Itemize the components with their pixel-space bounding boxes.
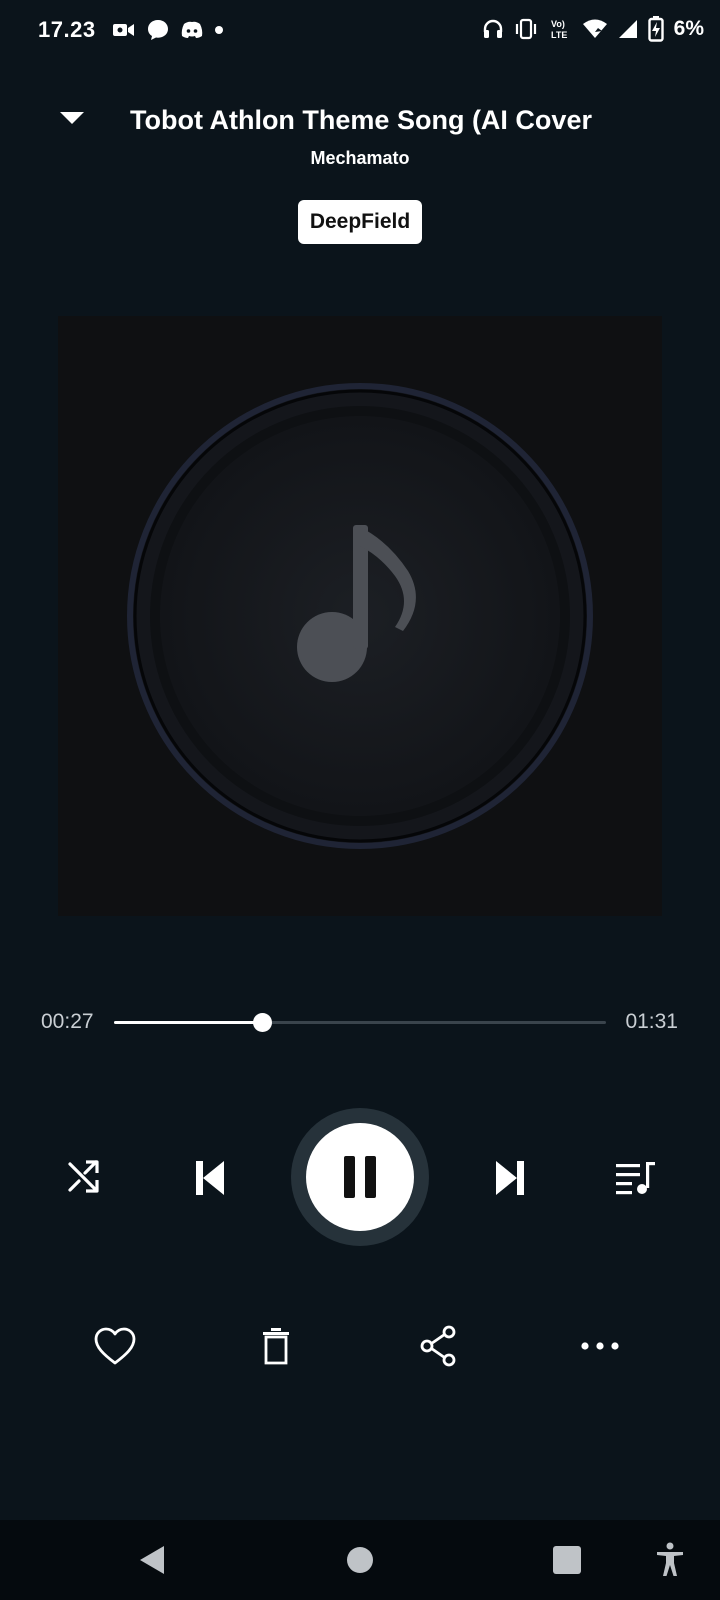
battery-percent: 6% bbox=[673, 17, 704, 40]
heart-icon bbox=[94, 1327, 136, 1365]
back-icon bbox=[140, 1546, 164, 1574]
home-icon bbox=[347, 1547, 373, 1573]
accessibility-icon bbox=[657, 1542, 683, 1576]
svg-text:Vo): Vo) bbox=[551, 19, 565, 29]
music-player-screen: 17.23 Vo) LTE 6% Tobot Athlon Theme Song… bbox=[0, 0, 720, 1600]
dot-icon bbox=[214, 25, 224, 35]
previous-button[interactable] bbox=[188, 1156, 232, 1200]
favorite-button[interactable] bbox=[90, 1322, 140, 1370]
seek-bar[interactable] bbox=[114, 1013, 606, 1032]
queue-button[interactable] bbox=[612, 1156, 658, 1200]
play-pause-container bbox=[291, 1108, 429, 1246]
queue-icon bbox=[616, 1162, 655, 1195]
system-icons: Vo) LTE 6% bbox=[482, 16, 704, 42]
delete-button[interactable] bbox=[254, 1322, 298, 1370]
video-call-icon bbox=[112, 21, 136, 39]
pause-icon bbox=[344, 1156, 376, 1198]
total-duration: 01:31 bbox=[625, 1010, 678, 1033]
discord-icon bbox=[180, 20, 204, 40]
svg-text:LTE: LTE bbox=[551, 30, 567, 40]
artwork-placeholder bbox=[127, 383, 593, 849]
more-icon bbox=[581, 1342, 619, 1350]
nav-back-button[interactable] bbox=[130, 1540, 174, 1580]
vibrate-icon bbox=[514, 18, 538, 40]
recents-icon bbox=[553, 1546, 581, 1574]
artist-name[interactable]: Mechamato bbox=[0, 148, 720, 169]
more-options-button[interactable] bbox=[578, 1322, 622, 1370]
nav-home-button[interactable] bbox=[338, 1540, 382, 1580]
next-icon bbox=[496, 1161, 524, 1195]
nav-recents-button[interactable] bbox=[545, 1540, 589, 1580]
shuffle-icon bbox=[68, 1160, 99, 1193]
chevron-down-icon bbox=[60, 112, 84, 124]
system-nav-bar bbox=[0, 1520, 720, 1600]
nav-accessibility-button[interactable] bbox=[648, 1540, 692, 1580]
album-artwork bbox=[58, 316, 662, 916]
shuffle-button[interactable] bbox=[62, 1154, 106, 1198]
source-badge[interactable]: DeepField bbox=[298, 200, 422, 244]
status-time: 17.23 bbox=[38, 17, 96, 42]
trash-icon bbox=[263, 1328, 289, 1365]
wifi-icon bbox=[582, 18, 608, 40]
collapse-player-button[interactable] bbox=[52, 100, 92, 136]
volte-icon: Vo) LTE bbox=[548, 17, 572, 41]
status-bar: 17.23 Vo) LTE 6% bbox=[0, 0, 720, 64]
battery-charging-icon bbox=[647, 16, 664, 42]
chat-bubble-icon bbox=[146, 18, 170, 42]
seek-bar-thumb[interactable] bbox=[252, 1013, 272, 1032]
elapsed-time: 00:27 bbox=[41, 1010, 94, 1033]
previous-icon bbox=[196, 1161, 224, 1195]
share-button[interactable] bbox=[414, 1322, 462, 1370]
next-button[interactable] bbox=[488, 1156, 532, 1200]
seek-bar-progress bbox=[114, 1021, 262, 1024]
pause-button[interactable] bbox=[306, 1123, 414, 1231]
notification-icons bbox=[112, 18, 224, 42]
song-title: Tobot Athlon Theme Song (AI Cover bbox=[130, 105, 592, 135]
cell-signal-icon bbox=[618, 19, 638, 39]
share-icon bbox=[420, 1325, 456, 1367]
headphones-icon bbox=[482, 18, 504, 40]
